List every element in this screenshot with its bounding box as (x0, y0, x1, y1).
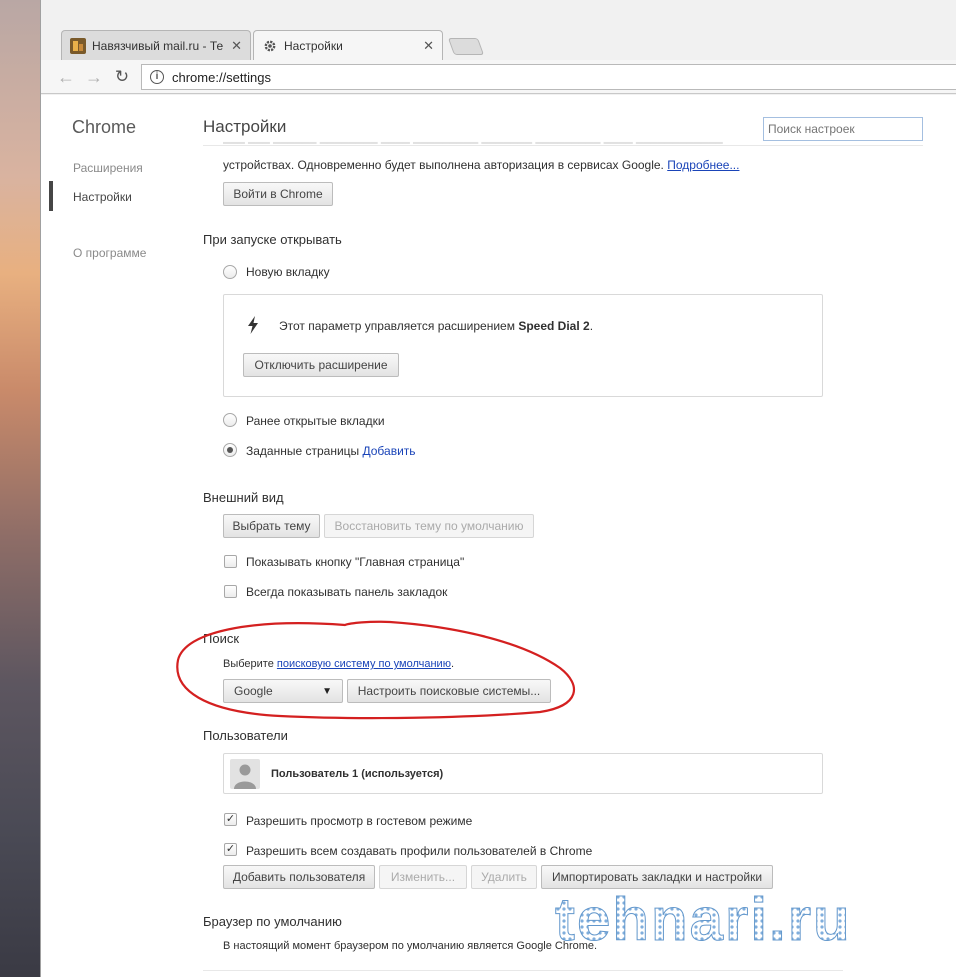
choose-theme-button[interactable]: Выбрать тему (223, 514, 320, 538)
forward-arrow-icon[interactable]: → (83, 66, 105, 88)
users-section-title: Пользователи (203, 728, 288, 743)
avatar (230, 759, 260, 789)
show-bookmarks-checkbox[interactable] (224, 585, 237, 598)
disable-extension-button[interactable]: Отключить расширение (243, 353, 399, 377)
tab-settings[interactable]: Настройки ✕ (253, 30, 443, 60)
person-icon (234, 764, 256, 789)
add-user-button[interactable]: Добавить пользователя (223, 865, 375, 889)
radio-previous-tabs-label: Ранее открытые вкладки (246, 414, 385, 428)
delete-user-button[interactable]: Удалить (471, 865, 537, 889)
signin-text-row: устройствах. Одновременно будет выполнен… (223, 158, 739, 172)
reset-theme-button[interactable]: Восстановить тему по умолчанию (324, 514, 534, 538)
extension-name: Speed Dial 2 (518, 319, 590, 333)
main-panel: Настройки ━━━ ━━━ ━━━━━━ ━━━━━━━━ ━━━━ ━… (203, 95, 923, 977)
show-home-checkbox[interactable] (224, 555, 237, 568)
selected-indicator (49, 181, 53, 211)
search-engine-value: Google (234, 684, 273, 698)
tab-title: Навязчивый mail.ru - Те (92, 38, 224, 53)
back-arrow-icon[interactable]: ← (55, 66, 77, 88)
search-engine-select[interactable]: Google ▼ (223, 679, 343, 703)
default-browser-text: В настоящий момент браузером по умолчани… (223, 940, 598, 952)
user-list[interactable]: Пользователь 1 (используется) (223, 753, 823, 794)
edit-user-button[interactable]: Изменить... (379, 865, 467, 889)
gear-icon (262, 38, 278, 54)
guest-mode-label: Разрешить просмотр в гостевом режиме (246, 814, 473, 828)
extension-notice-suffix: . (589, 319, 594, 333)
radio-specific-pages-row: Заданные страницы Добавить (246, 444, 416, 458)
allow-profiles-label: Разрешить всем создавать профили пользов… (246, 844, 593, 858)
radio-previous-tabs[interactable] (223, 413, 237, 427)
import-bookmarks-button[interactable]: Импортировать закладки и настройки (541, 865, 773, 889)
search-description-suffix: . (450, 658, 455, 670)
default-browser-section-title: Браузер по умолчанию (203, 914, 342, 929)
new-tab-button[interactable] (447, 38, 485, 55)
settings-search-input[interactable] (763, 117, 923, 141)
bottom-divider (203, 970, 843, 971)
page-title: Настройки (203, 117, 287, 136)
tab-title: Настройки (284, 38, 343, 53)
header-divider (203, 145, 923, 146)
reload-icon[interactable]: ↻ (111, 66, 133, 88)
current-user-name: Пользователь 1 (используется) (271, 768, 444, 780)
tab-strip: Навязчивый mail.ru - Те ✕ Настройки ✕ (41, 0, 956, 60)
appearance-section-title: Внешний вид (203, 490, 284, 505)
search-description-prefix: Выберите (223, 658, 274, 670)
show-home-label: Показывать кнопку "Главная страница" (246, 555, 465, 569)
extension-notice-box: Этот параметр управляется расширением Sp… (223, 294, 823, 397)
site-favicon-icon (70, 37, 86, 54)
search-description: Выберите поисковую систему по умолчанию. (223, 658, 454, 670)
extension-notice-prefix: Этот параметр управляется расширением (279, 319, 515, 333)
sidebar-brand: Chrome (72, 117, 137, 137)
info-icon[interactable]: i (150, 70, 164, 84)
tab-mailru[interactable]: Навязчивый mail.ru - Те ✕ (61, 30, 251, 60)
sidebar-item-settings[interactable]: Настройки (73, 190, 132, 204)
signin-description: устройствах. Одновременно будет выполнен… (223, 158, 664, 172)
radio-new-tab[interactable] (223, 265, 237, 279)
manage-search-engines-button[interactable]: Настроить поисковые системы... (347, 679, 551, 703)
radio-new-tab-label: Новую вкладку (246, 265, 330, 279)
browser-window: Навязчивый mail.ru - Те ✕ Настройки ✕ ← … (40, 0, 956, 977)
startup-section-title: При запуске открывать (203, 232, 342, 247)
address-bar[interactable]: i chrome://settings (141, 64, 956, 90)
close-tab-icon[interactable]: ✕ (231, 38, 242, 54)
radio-specific-pages[interactable] (223, 443, 237, 457)
settings-page: Chrome Расширения Настройки О программе … (41, 95, 956, 977)
signin-button[interactable]: Войти в Chrome (223, 182, 333, 206)
search-section-title: Поиск (203, 631, 240, 646)
sidebar-item-extensions[interactable]: Расширения (73, 161, 143, 175)
allow-profiles-checkbox[interactable]: ✓ (224, 843, 237, 856)
default-search-link[interactable]: поисковую систему по умолчанию (277, 658, 451, 670)
guest-mode-checkbox[interactable]: ✓ (224, 813, 237, 826)
extension-notice-text: Этот параметр управляется расширением Sp… (279, 319, 593, 333)
sidebar: Chrome Расширения Настройки О программе (41, 95, 191, 977)
learn-more-link[interactable]: Подробнее... (667, 158, 739, 172)
toolbar: ← → ↻ i chrome://settings (41, 60, 956, 94)
add-pages-link[interactable]: Добавить (363, 444, 416, 458)
dropdown-caret-icon: ▼ (322, 685, 332, 697)
close-tab-icon[interactable]: ✕ (423, 38, 434, 54)
radio-specific-pages-label: Заданные страницы (246, 444, 360, 458)
sidebar-item-about[interactable]: О программе (73, 246, 146, 260)
url-text: chrome://settings (172, 69, 271, 85)
lightning-bolt-icon (248, 316, 258, 334)
show-bookmarks-label: Всегда показывать панель закладок (246, 585, 448, 599)
